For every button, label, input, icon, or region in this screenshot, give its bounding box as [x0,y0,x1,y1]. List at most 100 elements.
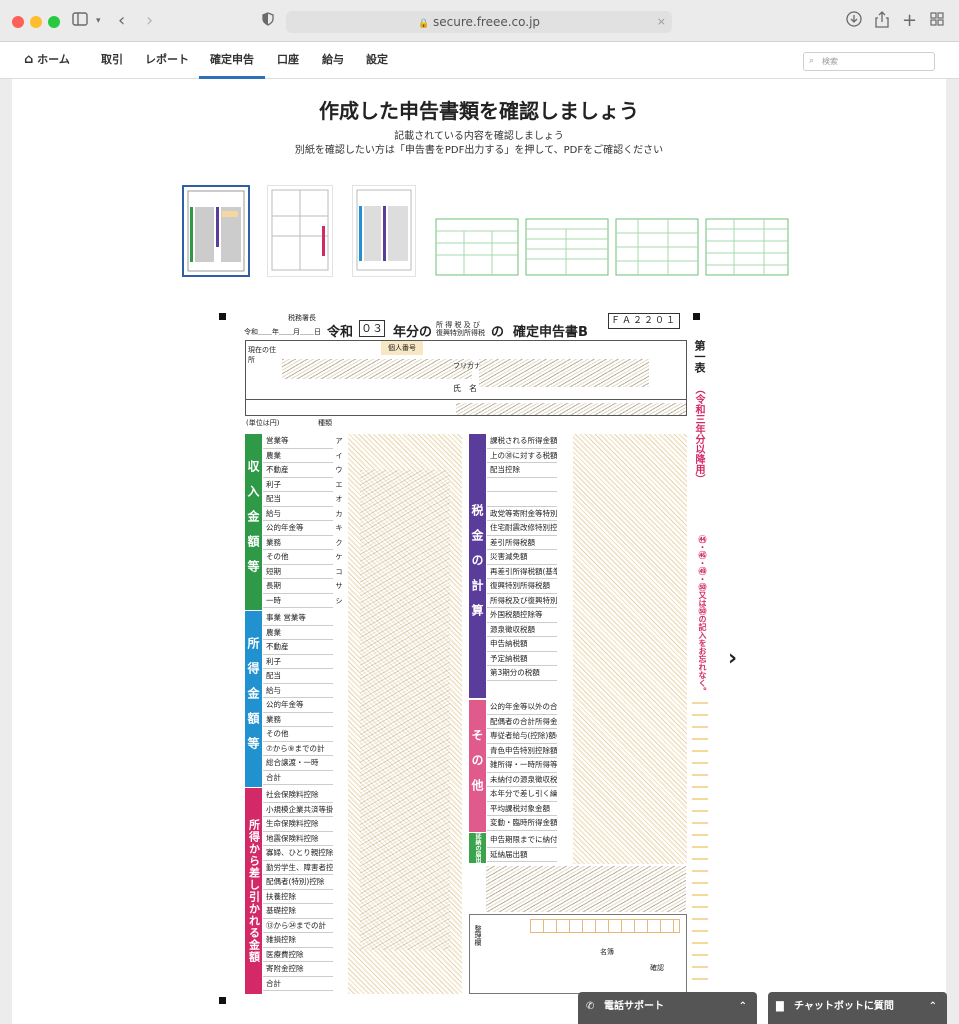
shotoku-row-label: 農業 [263,626,333,640]
tax-row-label: 源泉徴収税額 [487,623,557,637]
address-masked [282,359,472,379]
phone-icon: ✆ [586,1001,595,1012]
share-icon[interactable] [875,11,889,33]
shotoku-row-label: その他 [263,727,333,742]
next-page-arrow[interactable]: › [728,646,737,671]
thumbnail-page-1[interactable] [182,185,250,277]
sonota-rows: 公的年金等以外の合計所得金額配偶者の合計所得金額専従者給与(控除)額の合計額青色… [487,700,557,831]
kojo-row-label: 社会保険料控除 [263,788,333,803]
tax-row-label: 上の㉚に対する税額 [487,449,557,463]
seiri-label: 整理欄 [474,925,482,946]
nav-torihiki[interactable]: 取引 [101,42,123,79]
nav-report[interactable]: レポート [145,42,189,79]
corner-mark [693,313,700,320]
shield-icon[interactable] [262,11,274,31]
page-title: 作成した申告書類を確認しましょう [319,99,639,123]
income-rows: 営業等 農業 不動産 利子 配当 給与 公的年金等 業務 その他 短期 長期 一時 [263,434,333,608]
address-block: 現在の住所 個人番号 フリガナ 氏 名 [245,340,687,416]
nav-kyuyo[interactable]: 給与 [322,42,344,79]
kojo-row-label: 寄附金控除 [263,962,333,977]
kakunin-label: 確認 [650,964,664,972]
kojo-row-label: 配偶者(特別)控除 [263,875,333,890]
tax-row-label: 復興特別所得税額 [487,579,557,594]
section-zeikin: 税金の計算 [469,434,486,698]
income-row-number: イ [335,451,343,460]
kojo-row-label: 小規模企業共済等掛金控除 [263,803,333,817]
tax-row-label: 申告納税額 [487,637,557,652]
search-placeholder: 検索 [822,57,838,66]
shotoku-row-label: 配当 [263,669,333,684]
kojo-row-label: ⑬から㉔までの計 [263,919,333,933]
nav-home[interactable]: ⌂ ホーム [24,42,70,79]
tax-row-label: 外国税額控除等 [487,608,557,623]
income-row-number: ケ [335,553,343,561]
chatbot-button[interactable]: ▇ チャットボットに質問 ⌃ [768,992,947,1024]
minimize-window-button[interactable] [30,16,42,28]
refund-account-masked [486,866,686,912]
thumbnail-page-3[interactable] [352,185,416,277]
sonota-row-label: 配偶者の合計所得金額 [487,715,557,729]
kojo-row-label: 雑損控除 [263,933,333,948]
sonota-row-label: 青色申告特別控除額 [487,744,557,758]
tab-overview-icon[interactable] [930,11,944,31]
form-date-line: 令和＿＿年＿＿月＿＿日 [244,328,321,336]
close-window-button[interactable] [12,16,24,28]
kojo-row-label: 医療費控除 [263,948,333,962]
thumbnail-page-7[interactable] [704,217,790,277]
income-row-label: 一時 [263,594,333,608]
tax-row-label: 第3期分の税額 [487,666,557,681]
nav-koza[interactable]: 口座 [277,42,299,79]
phone-support-button[interactable]: ✆ 電話サポート ⌃ [578,992,757,1024]
tax-row-label: 差引所得税額 [487,536,557,550]
download-icon[interactable] [846,11,862,32]
back-icon[interactable]: ‹ [118,11,125,31]
sonota-row-label: 本年分で差し引く繰越損失額 [487,787,557,802]
sidebar-toggle-icon[interactable] [72,11,88,31]
form-tax-type-2: 復興特別所得税 [436,329,485,337]
app-navbar: ⌂ ホーム 取引 レポート 確定申告 口座 給与 設定 ⌕ 検索 [0,42,959,79]
name-masked [479,359,649,387]
nav-settei[interactable]: 設定 [366,42,388,79]
thumbnail-page-2[interactable] [267,185,333,277]
chevron-down-icon[interactable]: ▾ [96,11,101,31]
sonota-row-label: 未納付の源泉徴収税額 [487,773,557,787]
income-row-label: 長期 [263,579,333,594]
income-row-label: 短期 [263,565,333,579]
chatbot-label: チャットボットに質問 [794,1001,894,1012]
forward-icon[interactable]: › [146,11,153,31]
ennou-row-label: 申告期限までに納付する金額 [487,833,557,848]
search-icon: ⌕ [809,56,815,66]
right-amounts-masked [573,434,687,864]
search-input[interactable]: ⌕ 検索 [803,52,935,71]
phone-masked [456,403,686,415]
page-instruction: 記載されている内容を確認しましょう [394,131,564,142]
shotoku-row-label: 事業 営業等 [263,611,333,626]
address-bar[interactable]: 🔒 secure.freee.co.jp × [286,11,672,33]
new-tab-icon[interactable]: + [902,11,917,31]
corner-mark [219,997,226,1004]
clear-url-icon[interactable]: × [657,11,666,33]
income-row-label: 不動産 [263,463,333,478]
income-row-number: ウ [335,466,343,474]
shotoku-row-label: 総合譲渡・一時 [263,756,333,771]
kojo-row-label: 寡婦、ひとり親控除 [263,846,333,861]
tax-row-label [487,478,557,492]
form-reminder-note: ㊹・㊻・㊾・㊿又は㊿の記入をお忘れなく。 [698,535,707,695]
browser-titlebar: ▾ ‹ › 🔒 secure.freee.co.jp × + [0,0,959,42]
section-income: 収入金額等 [245,434,262,610]
kojo-row-label: 生命保険料控除 [263,817,333,832]
kojo-row-label: 合計 [263,977,333,991]
form-sheet-label: 第一表 [693,340,706,373]
thumbnail-page-5[interactable] [524,217,610,277]
thumbnail-page-6[interactable] [614,217,700,277]
maximize-window-button[interactable] [48,16,60,28]
sonota-row-label: 雑所得・一時所得等の源泉徴収税額の合計額 [487,758,557,773]
thumbnail-page-4[interactable] [434,217,520,277]
tax-rows: 課税される所得金額上の㉚に対する税額配当控除政党等寄附金等特別控除住宅耐震改修特… [487,434,557,681]
kojo-row-label: 扶養控除 [263,890,333,904]
nav-kakutei-shinkoku[interactable]: 確定申告 [199,42,265,79]
lock-icon: 🔒 [417,19,430,29]
form-code: ＦＡ２２０１ [608,313,680,329]
form-title: 確定申告書B [513,325,588,340]
address-label: 現在の住所 [248,346,276,364]
